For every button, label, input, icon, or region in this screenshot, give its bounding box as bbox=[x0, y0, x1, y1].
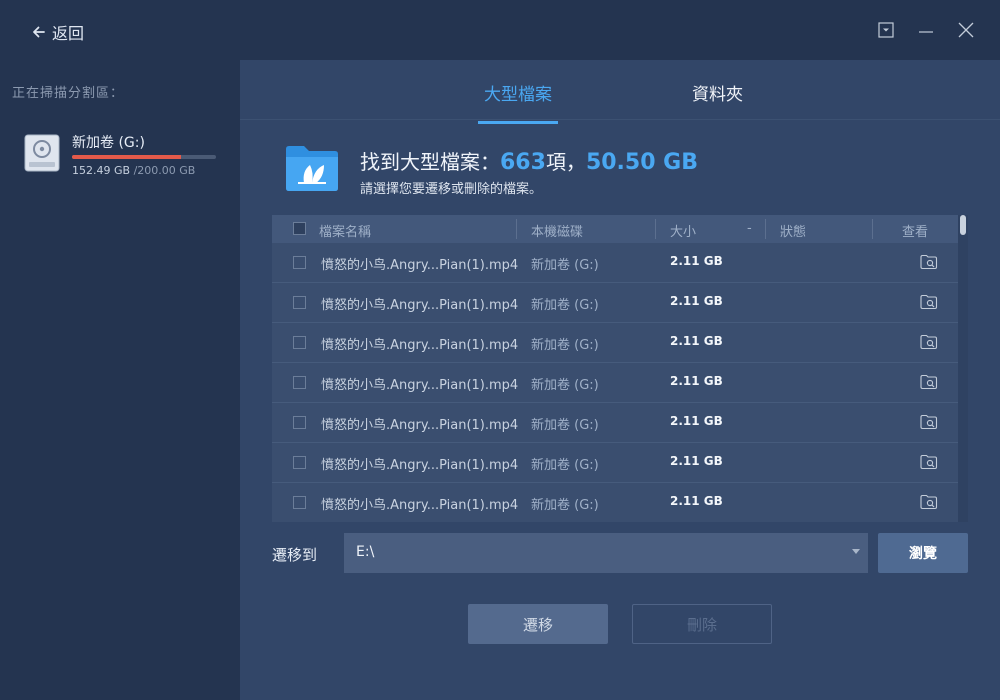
view-folder-icon[interactable] bbox=[920, 254, 938, 270]
row-checkbox[interactable] bbox=[293, 496, 306, 509]
summary-count-unit: 項， bbox=[545, 150, 586, 174]
row-checkbox[interactable] bbox=[293, 376, 306, 389]
column-divider bbox=[872, 219, 873, 239]
delete-button[interactable]: 刪除 bbox=[632, 604, 772, 644]
file-size: 2.11 GB bbox=[670, 414, 723, 428]
file-size: 2.11 GB bbox=[670, 294, 723, 308]
tab-large-files[interactable]: 大型檔案 bbox=[478, 80, 558, 124]
back-arrow-icon bbox=[33, 26, 45, 38]
dropdown-icon bbox=[878, 22, 894, 38]
minimize-icon bbox=[919, 31, 933, 33]
file-size: 2.11 GB bbox=[670, 494, 723, 508]
row-checkbox[interactable] bbox=[293, 256, 306, 269]
file-name: 憤怒的小鸟.Angry...Pian(1).mp4 bbox=[321, 418, 519, 433]
drive-name: 新加卷 (G:) bbox=[72, 135, 145, 151]
col-status[interactable]: 狀態 bbox=[780, 221, 806, 240]
back-label: 返回 bbox=[52, 24, 85, 43]
drive-used: 152.49 GB bbox=[72, 164, 131, 177]
column-divider bbox=[765, 219, 766, 239]
destination-path-value: E:\ bbox=[356, 544, 375, 560]
back-button[interactable]: 返回 bbox=[30, 20, 84, 44]
main-panel: 大型檔案 資料夾 找到大型檔案：663項，50.50 GB 請選擇您要遷移或刪除… bbox=[240, 60, 1000, 700]
drive-usage-bar bbox=[72, 155, 216, 159]
browse-button[interactable]: 瀏覽 bbox=[878, 533, 968, 573]
table-row[interactable]: 憤怒的小鸟.Angry...Pian(1).mp4 新加卷 (G:) 2.11 GB bbox=[272, 323, 958, 363]
summary-size: 50.50 GB bbox=[585, 150, 699, 175]
file-name: 憤怒的小鸟.Angry...Pian(1).mp4 bbox=[321, 298, 519, 313]
file-size: 2.11 GB bbox=[670, 254, 723, 268]
drive-size: 152.49 GB /200.00 GB bbox=[72, 164, 195, 177]
file-disk: 新加卷 (G:) bbox=[531, 298, 599, 313]
summary-title: 找到大型檔案：663項，50.50 GB bbox=[360, 146, 698, 175]
summary-subtitle: 請選擇您要遷移或刪除的檔案。 bbox=[360, 182, 543, 197]
row-checkbox[interactable] bbox=[293, 336, 306, 349]
hard-drive-icon bbox=[24, 134, 60, 172]
file-disk: 新加卷 (G:) bbox=[531, 418, 599, 433]
file-name: 憤怒的小鸟.Angry...Pian(1).mp4 bbox=[321, 378, 519, 393]
close-button[interactable] bbox=[954, 18, 978, 42]
drive-usage-fill bbox=[72, 155, 182, 159]
drive-item[interactable]: 新加卷 (G:) 152.49 GB /200.00 GB bbox=[24, 132, 224, 182]
col-size[interactable]: 大小 bbox=[670, 221, 696, 240]
scroll-thumb[interactable] bbox=[960, 215, 966, 235]
column-divider bbox=[516, 219, 517, 239]
minimize-button[interactable] bbox=[914, 18, 938, 42]
file-disk: 新加卷 (G:) bbox=[531, 338, 599, 353]
table-row[interactable]: 憤怒的小鸟.Angry...Pian(1).mp4 新加卷 (G:) 2.11 GB bbox=[272, 403, 958, 443]
tab-folders[interactable]: 資料夾 bbox=[692, 80, 743, 121]
table-row[interactable]: 憤怒的小鸟.Angry...Pian(1).mp4 新加卷 (G:) 2.11 GB bbox=[272, 243, 958, 283]
row-checkbox[interactable] bbox=[293, 456, 306, 469]
file-table: 檔案名稱 本機磁碟 大小 - 狀態 查看 憤怒的小鸟.Angry...Pian(… bbox=[272, 215, 968, 522]
table-row[interactable]: 憤怒的小鸟.Angry...Pian(1).mp4 新加卷 (G:) 2.11 GB bbox=[272, 483, 958, 522]
col-disk[interactable]: 本機磁碟 bbox=[531, 221, 583, 240]
drive-total: /200.00 GB bbox=[133, 164, 196, 177]
col-view: 查看 bbox=[902, 225, 929, 240]
file-disk: 新加卷 (G:) bbox=[531, 458, 599, 473]
view-folder-icon[interactable] bbox=[920, 494, 938, 510]
summary-count: 663 bbox=[500, 150, 546, 175]
row-checkbox[interactable] bbox=[293, 296, 306, 309]
move-button[interactable]: 遷移 bbox=[468, 604, 608, 644]
file-size: 2.11 GB bbox=[670, 374, 723, 388]
title-bar: 返回 bbox=[0, 0, 1000, 60]
sort-indicator[interactable]: - bbox=[747, 221, 752, 236]
sidebar: 正在掃描分割區： 新加卷 (G:) 152.49 GB /200.00 GB bbox=[0, 60, 240, 700]
table-scrollbar[interactable] bbox=[958, 215, 968, 522]
chevron-down-icon bbox=[852, 549, 860, 554]
large-files-folder-icon bbox=[286, 146, 338, 191]
table-row[interactable]: 憤怒的小鸟.Angry...Pian(1).mp4 新加卷 (G:) 2.11 GB bbox=[272, 363, 958, 403]
file-disk: 新加卷 (G:) bbox=[531, 498, 599, 513]
file-name: 憤怒的小鸟.Angry...Pian(1).mp4 bbox=[321, 458, 519, 473]
window-menu-button[interactable] bbox=[874, 18, 898, 42]
destination-path-select[interactable]: E:\ bbox=[344, 533, 868, 573]
file-disk: 新加卷 (G:) bbox=[531, 378, 599, 393]
view-folder-icon[interactable] bbox=[920, 414, 938, 430]
file-name: 憤怒的小鸟.Angry...Pian(1).mp4 bbox=[321, 498, 519, 513]
select-all-checkbox[interactable] bbox=[293, 222, 306, 235]
summary-prefix: 找到大型檔案： bbox=[360, 150, 500, 174]
view-folder-icon[interactable] bbox=[920, 454, 938, 470]
move-to-label: 遷移到 bbox=[272, 546, 318, 564]
scan-label: 正在掃描分割區： bbox=[12, 86, 125, 101]
table-header: 檔案名稱 本機磁碟 大小 - 狀態 查看 bbox=[272, 215, 958, 243]
file-name: 憤怒的小鸟.Angry...Pian(1).mp4 bbox=[321, 338, 519, 353]
file-disk: 新加卷 (G:) bbox=[531, 258, 599, 273]
table-row[interactable]: 憤怒的小鸟.Angry...Pian(1).mp4 新加卷 (G:) 2.11 GB bbox=[272, 443, 958, 483]
view-folder-icon[interactable] bbox=[920, 334, 938, 350]
file-name: 憤怒的小鸟.Angry...Pian(1).mp4 bbox=[321, 258, 519, 273]
col-name[interactable]: 檔案名稱 bbox=[319, 221, 371, 240]
column-divider bbox=[655, 219, 656, 239]
view-folder-icon[interactable] bbox=[920, 294, 938, 310]
close-icon bbox=[958, 22, 974, 38]
tab-bar: 大型檔案 資料夾 bbox=[240, 60, 1000, 124]
file-size: 2.11 GB bbox=[670, 334, 723, 348]
row-checkbox[interactable] bbox=[293, 416, 306, 429]
view-folder-icon[interactable] bbox=[920, 374, 938, 390]
table-row[interactable]: 憤怒的小鸟.Angry...Pian(1).mp4 新加卷 (G:) 2.11 GB bbox=[272, 283, 958, 323]
file-size: 2.11 GB bbox=[670, 454, 723, 468]
